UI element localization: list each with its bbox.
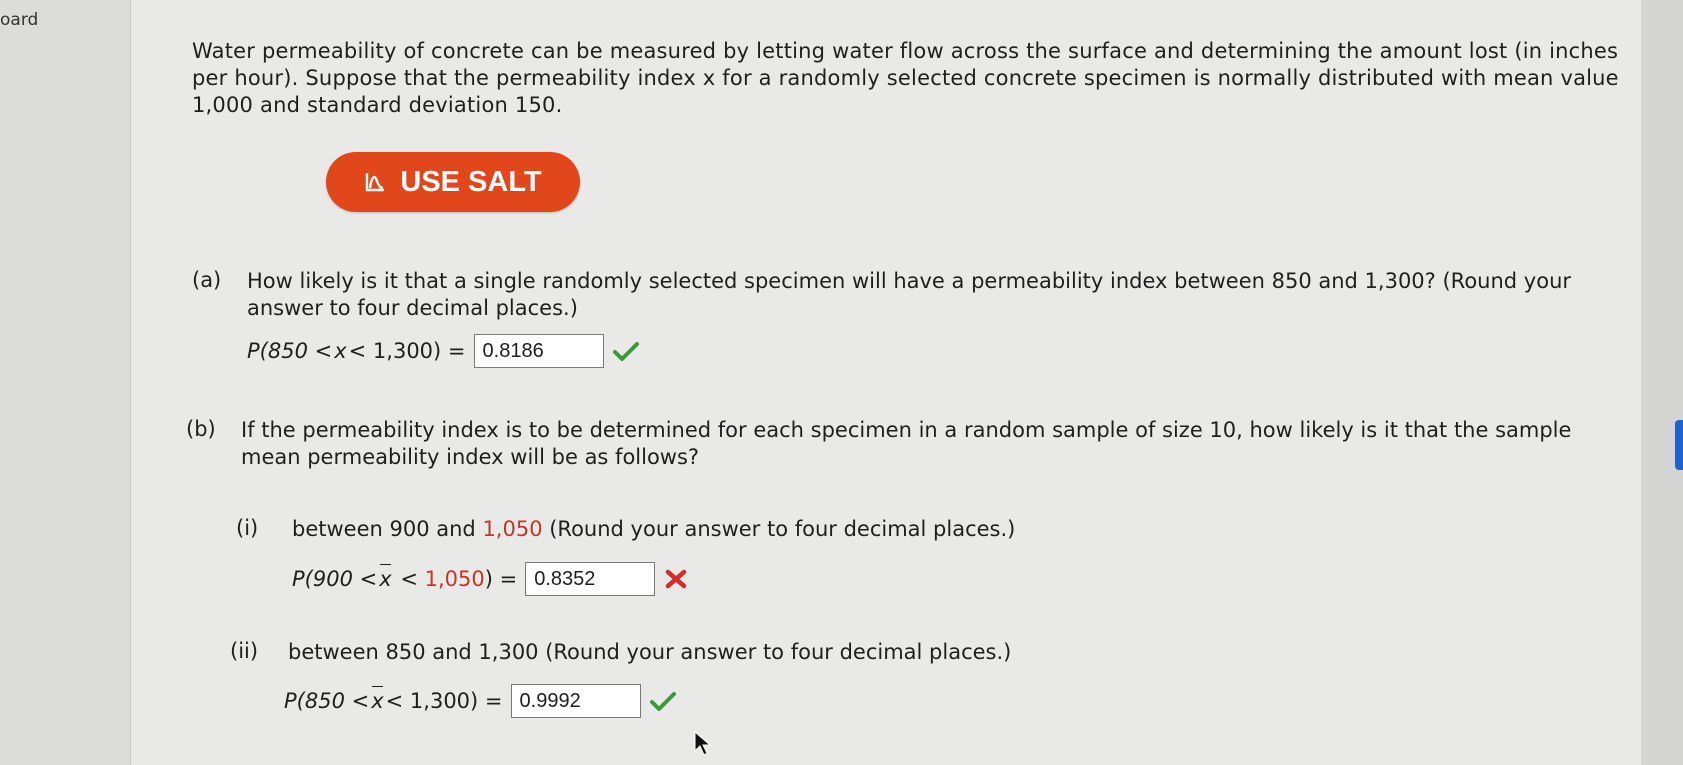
check-icon — [649, 692, 676, 711]
part-b-ii-eq-var: x — [371, 686, 384, 713]
use-salt-button[interactable]: USE SALT — [326, 152, 580, 212]
part-b-i-answer-input[interactable]: 0.8352 — [525, 562, 656, 596]
part-a-question: How likely is it that a single randomly … — [247, 269, 1572, 320]
mouse-cursor-icon — [694, 731, 712, 756]
part-b-ii-question: between 850 and 1,300 (Round your answer… — [288, 640, 1012, 664]
part-b-i-eq-suffix: ) = — [484, 567, 518, 591]
x-mark-icon — [665, 569, 687, 589]
part-b-i-text-post: (Round your answer to four decimal place… — [542, 517, 1016, 541]
left-side-panel: oard — [0, 0, 130, 765]
side-tab[interactable] — [1675, 420, 1683, 470]
question-intro: Water permeability of concrete can be me… — [192, 39, 1619, 117]
part-b-ii-eq-prefix: P(850 < — [284, 689, 370, 713]
part-b-letter: (b) — [186, 417, 216, 441]
salt-chart-icon — [366, 173, 385, 192]
part-b-i-text-highlight: 1,050 — [482, 517, 543, 541]
part-a-equation: P(850 < x < 1,300) = 0.8186 — [247, 334, 640, 368]
check-icon — [612, 342, 639, 361]
part-a-eq-suffix: < 1,300) = — [348, 339, 466, 363]
part-b-ii-eq-suffix: < 1,300) = — [385, 689, 503, 713]
part-b-ii-answer-input[interactable]: 0.9992 — [510, 684, 641, 718]
part-b-i-equation: P(900 < x < 1,050 ) = 0.8352 — [292, 562, 689, 596]
side-panel-label: oard — [0, 10, 39, 30]
right-edge — [1641, 0, 1683, 765]
part-b-i-text-pre: between 900 and — [292, 517, 483, 541]
part-b-i-question: between 900 and 1,050 (Round your answer… — [292, 516, 1592, 543]
part-b-i-eq-prefix: P(900 < — [292, 567, 378, 591]
part-b-i-label: (i) — [236, 516, 259, 540]
part-b-i-eq-highlight: 1,050 — [424, 567, 485, 591]
part-b-i-eq-var: x — [379, 564, 392, 591]
part-a-letter: (a) — [192, 268, 222, 292]
part-a-eq-var: x — [334, 339, 347, 363]
part-b-i-eq-mid: < — [393, 567, 425, 591]
part-a-answer-input[interactable]: 0.8186 — [473, 334, 604, 368]
part-a-eq-prefix: P(850 < — [247, 339, 333, 363]
part-b-ii-equation: P(850 < x < 1,300) = 0.9992 — [284, 684, 677, 718]
part-b-ii-label: (ii) — [230, 639, 259, 663]
use-salt-label: USE SALT — [400, 165, 542, 198]
part-b-question: If the permeability index is to be deter… — [241, 418, 1572, 469]
